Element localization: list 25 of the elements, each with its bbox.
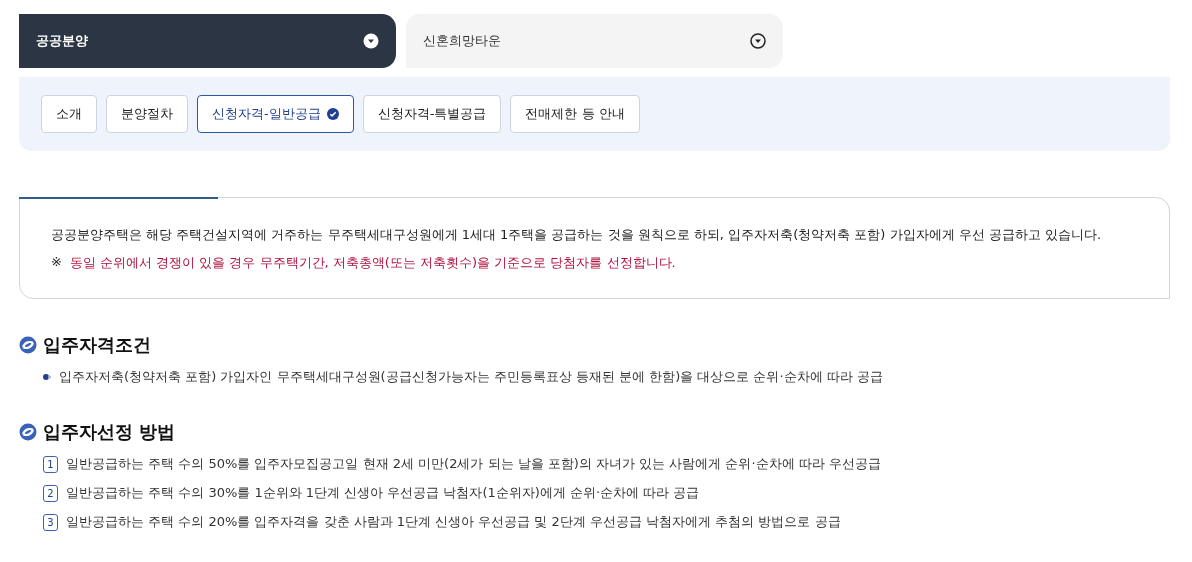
category-dropdown[interactable]: 신혼희망타운 <box>406 14 783 68</box>
tab[interactable]: 신청자격-일반공급 <box>197 95 354 133</box>
notice-text: 공공분양주택은 해당 주택건설지역에 거주하는 무주택세대구성원에게 1세대 1주택을 공급하는 것을 원칙으로 하되, 입주자저축(청약저축 포함) 가입자에게 우선 공급하고 있습니다. <box>51 226 1103 244</box>
item-text: 일반공급하는 주택 수의 50%를 입주자모집공고일 현재 2세 미만(2세가 되는 날을 포함)의 자녀가 있는 사람에게 순위·순차에 따라 우선공급 <box>66 455 881 473</box>
step-number: 2 <box>43 484 58 502</box>
section-icon <box>19 423 37 441</box>
tab[interactable]: 신청자격-특별공급 <box>362 95 502 133</box>
step-number: 3 <box>43 513 58 531</box>
item-text: 입주자저축(청약저축 포함) 가입자인 무주택세대구성원(공급신청가능자는 주민등록표상 등재된 분에 한함)을 대상으로 순위·순차에 따라 공급 <box>59 368 883 386</box>
tab[interactable]: 소개 <box>41 95 97 133</box>
caret-icon <box>750 33 766 49</box>
section-title: 입주자격조건 <box>43 333 151 357</box>
caret-icon <box>363 33 379 49</box>
category-dropdown[interactable]: 공공분양 <box>19 14 396 68</box>
bullet-icon <box>43 374 51 380</box>
step-number: 1 <box>43 455 58 473</box>
section-icon <box>19 336 37 354</box>
section-title: 입주자선정 방법 <box>43 420 176 444</box>
tab[interactable]: 분양절차 <box>106 95 188 133</box>
tab[interactable]: 전매제한 등 안내 <box>510 95 640 133</box>
item-text: 일반공급하는 주택 수의 20%를 입주자격을 갖춘 사람과 1단계 신생아 우선공급 및 2단계 우선공급 낙첨자에게 추첨의 방법으로 공급 <box>66 513 841 531</box>
notice-note: 동일 순위에서 경쟁이 있을 경우 무주택기간, 저축총액(또는 저축횟수)을 기준으로 당첨자를 선정합니다. <box>69 254 676 272</box>
note-mark: ※ <box>51 254 62 271</box>
item-text: 일반공급하는 주택 수의 30%를 1순위와 1단계 신생아 우선공급 낙첨자(1순위자)에게 순위·순차에 따라 공급 <box>66 484 700 502</box>
check-icon <box>326 108 339 120</box>
